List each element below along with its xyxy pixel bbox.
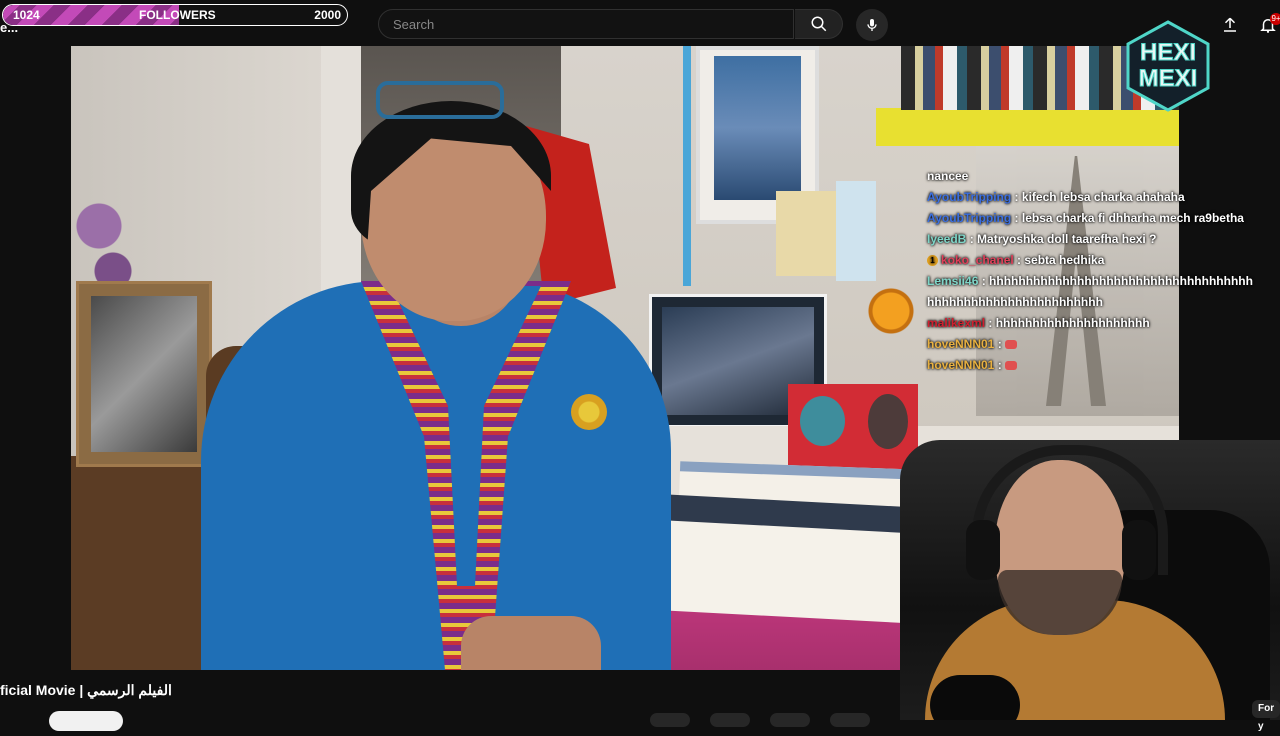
scene-lanyard	[683, 46, 691, 286]
chat-separator: :	[1013, 253, 1025, 267]
for-you-chip[interactable]: For y	[1252, 700, 1280, 732]
chat-text: hhhhhhhhhhhhhhhhhhhhh	[995, 316, 1150, 330]
followers-goal: 2000	[314, 8, 341, 22]
chat-separator: :	[1011, 190, 1022, 204]
chat-username[interactable]: AyoubTripping	[927, 211, 1011, 225]
chat-text: sebta hedhika	[1024, 253, 1105, 267]
chat-username[interactable]: hoveNNN01	[927, 358, 994, 372]
chat-username[interactable]: Lemsii46	[927, 274, 978, 288]
chat-message: AyoubTripping : lebsa charka fi dhharha …	[927, 208, 1257, 229]
chat-separator: :	[966, 232, 978, 246]
emote-icon	[1005, 361, 1018, 371]
search-input[interactable]	[391, 15, 793, 33]
logo-line1: HEXI	[1140, 39, 1196, 66]
chat-separator: :	[978, 274, 990, 288]
upload-button[interactable]	[1218, 13, 1242, 37]
chat-username[interactable]: hoveNNN01	[927, 337, 994, 351]
chat-message: AyoubTripping : kifech lebsa charka ahah…	[927, 187, 1257, 208]
scene-photo-frame	[76, 281, 212, 467]
scene-shelf	[876, 108, 1179, 146]
chat-message: Lemsii46 : hhhhhhhhhhhhhhhhhhhhhhhhhhhhh…	[927, 271, 1257, 313]
webcam-overlay	[900, 440, 1280, 720]
headset-earcup	[1122, 520, 1156, 580]
chat-text: nancee	[927, 169, 969, 183]
scene-card	[776, 191, 836, 276]
chat-message: malikexml : hhhhhhhhhhhhhhhhhhhhh	[927, 313, 1257, 334]
share-button[interactable]	[710, 713, 750, 727]
chat-message: hoveNNN01 :	[927, 355, 1257, 376]
chat-username[interactable]: malikexml	[927, 316, 985, 330]
more-button[interactable]	[830, 713, 870, 727]
logo-line2: MEXI	[1139, 65, 1198, 92]
woman-embroidery-flower	[571, 394, 607, 430]
chat-overlay: nancee AyoubTripping : kifech lebsa chark…	[927, 166, 1257, 376]
woman-glasses	[376, 81, 504, 119]
woman-hands	[461, 616, 601, 670]
chat-message: nancee	[927, 166, 1257, 187]
hexi-mexi-logo: HEXI MEXI	[1126, 20, 1210, 112]
video-action-buttons	[650, 713, 890, 732]
followers-goal-bar: 1024 FOLLOWERS 2000	[2, 4, 348, 26]
headset-earcup	[966, 520, 1000, 580]
chat-text: lebsa charka fi dhharha mech ra9betha	[1021, 211, 1244, 225]
followers-current: 1024	[13, 8, 40, 22]
scene-cabinet	[71, 456, 221, 670]
search-icon	[811, 16, 826, 32]
emote-icon	[1005, 340, 1018, 350]
chat-separator: :	[985, 316, 996, 330]
chat-text: kifech lebsa charka ahahaha	[1021, 190, 1185, 204]
download-button[interactable]	[770, 713, 810, 727]
upload-icon	[1224, 17, 1236, 32]
microphone	[930, 675, 1020, 720]
chat-message: 1 koko_chanel : sebta hedhika	[927, 250, 1257, 271]
voice-search-button[interactable]	[856, 9, 888, 41]
chat-username[interactable]: IyeedB	[927, 232, 966, 246]
scene-red-box	[788, 384, 918, 474]
search-button[interactable]	[795, 9, 843, 39]
followers-label: FOLLOWERS	[139, 8, 216, 22]
scene-card	[836, 181, 876, 281]
chat-separator: :	[994, 337, 1006, 351]
top-bar: e... 1024 FOLLOWERS 2000 9+	[0, 0, 1280, 46]
chat-text: Matryoshka doll taarefha hexi ?	[977, 232, 1157, 246]
notification-badge: 9+	[1270, 13, 1280, 25]
chat-message: hoveNNN01 :	[927, 334, 1257, 355]
chat-username[interactable]: koko_chanel	[941, 253, 1014, 267]
video-title: ficial Movie | الفيلم الرسمي	[0, 682, 172, 698]
scene-lamp	[861, 281, 921, 341]
like-button[interactable]	[650, 713, 690, 727]
chat-separator: :	[994, 358, 1006, 372]
mic-icon	[867, 19, 877, 31]
chat-separator: :	[1011, 211, 1022, 225]
subscribe-button[interactable]	[49, 711, 123, 731]
search-box[interactable]	[378, 9, 794, 39]
chat-username[interactable]: AyoubTripping	[927, 190, 1011, 204]
chat-badge-icon: 1	[927, 255, 938, 267]
chat-message: IyeedB : Matryoshka doll taarefha hexi ?	[927, 229, 1257, 250]
